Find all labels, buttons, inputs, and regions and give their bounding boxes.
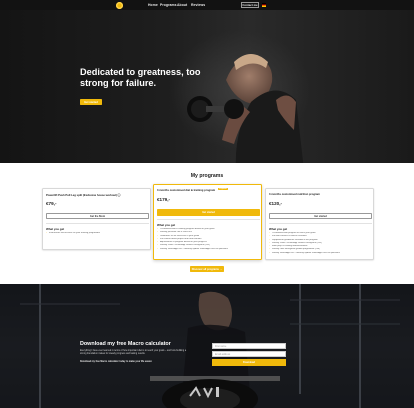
list-item: Weekly WhatsApp call + monthly update Wh…: [269, 252, 372, 255]
program-price: €79,-: [46, 201, 57, 206]
calculator-section: [0, 284, 414, 408]
dumbbell-image: [187, 96, 244, 122]
german-flag-icon[interactable]: [262, 3, 266, 7]
program-price: €120,-: [269, 201, 283, 206]
nav-link-home[interactable]: Home: [148, 3, 158, 7]
nav-link-programs[interactable]: Programs: [160, 3, 177, 7]
list-item: Weekly WhatsApp call + monthly update Wh…: [157, 248, 260, 251]
nav-link-reviews[interactable]: Reviews: [191, 3, 205, 7]
download-button[interactable]: Download: [212, 359, 286, 366]
program-price: €179,-: [157, 197, 171, 202]
what-you-get-heading: What you get: [157, 223, 176, 227]
program-name: Powerlift Push Pull Leg split (Exclusive…: [46, 194, 121, 197]
calculator-description: Everything I have ever learned in terms …: [80, 350, 187, 356]
program-card-diet-training: 3 months customised diet & training prog…: [153, 184, 262, 260]
hero-section: Dedicated to greatness, too strong for f…: [0, 10, 414, 163]
contact-button[interactable]: Contact me: [241, 2, 259, 8]
calculator-cta-text: Download my free Macro calculator today …: [80, 361, 153, 363]
get-started-button[interactable]: Get started: [80, 99, 102, 105]
feature-list: Customized diet program to reach your go…: [269, 232, 372, 255]
feature-list: Customised diet & training program based…: [157, 228, 260, 251]
hero-heading: Dedicated to greatness, too strong for f…: [80, 67, 201, 88]
email-field[interactable]: Email address: [212, 351, 286, 357]
what-you-get-heading: What you get: [269, 227, 288, 231]
gym-background-image: [0, 284, 414, 408]
get-started-button[interactable]: Get started: [157, 209, 260, 216]
program-name: 3 months customised nutrition program: [269, 193, 320, 196]
what-you-get-heading: What you get: [46, 227, 65, 231]
feature-list: Instructions and lessons on your trainin…: [46, 232, 149, 235]
get-started-button[interactable]: Get started: [269, 213, 372, 219]
program-name: 3 months customised diet & training prog…: [157, 189, 216, 192]
discover-programs-button[interactable]: Discover all programs →: [190, 266, 224, 272]
brand-logo-icon[interactable]: [116, 2, 123, 9]
program-card-nutrition: 3 months customised nutrition program €1…: [265, 188, 374, 260]
nav-link-about[interactable]: About: [177, 3, 187, 7]
top-navigation: Home Programs About Reviews Contact me: [0, 0, 414, 10]
get-the-book-button[interactable]: Get the Book: [46, 213, 149, 219]
popular-badge: Popular: [218, 187, 228, 191]
first-name-field[interactable]: First name: [212, 343, 286, 349]
programs-heading: My programs: [190, 173, 224, 179]
program-card-powerlift: Powerlift Push Pull Leg split (Exclusive…: [42, 188, 151, 250]
list-item: Instructions and lessons on your trainin…: [46, 232, 149, 235]
calculator-heading: Download my free Macro calculator: [80, 341, 171, 347]
